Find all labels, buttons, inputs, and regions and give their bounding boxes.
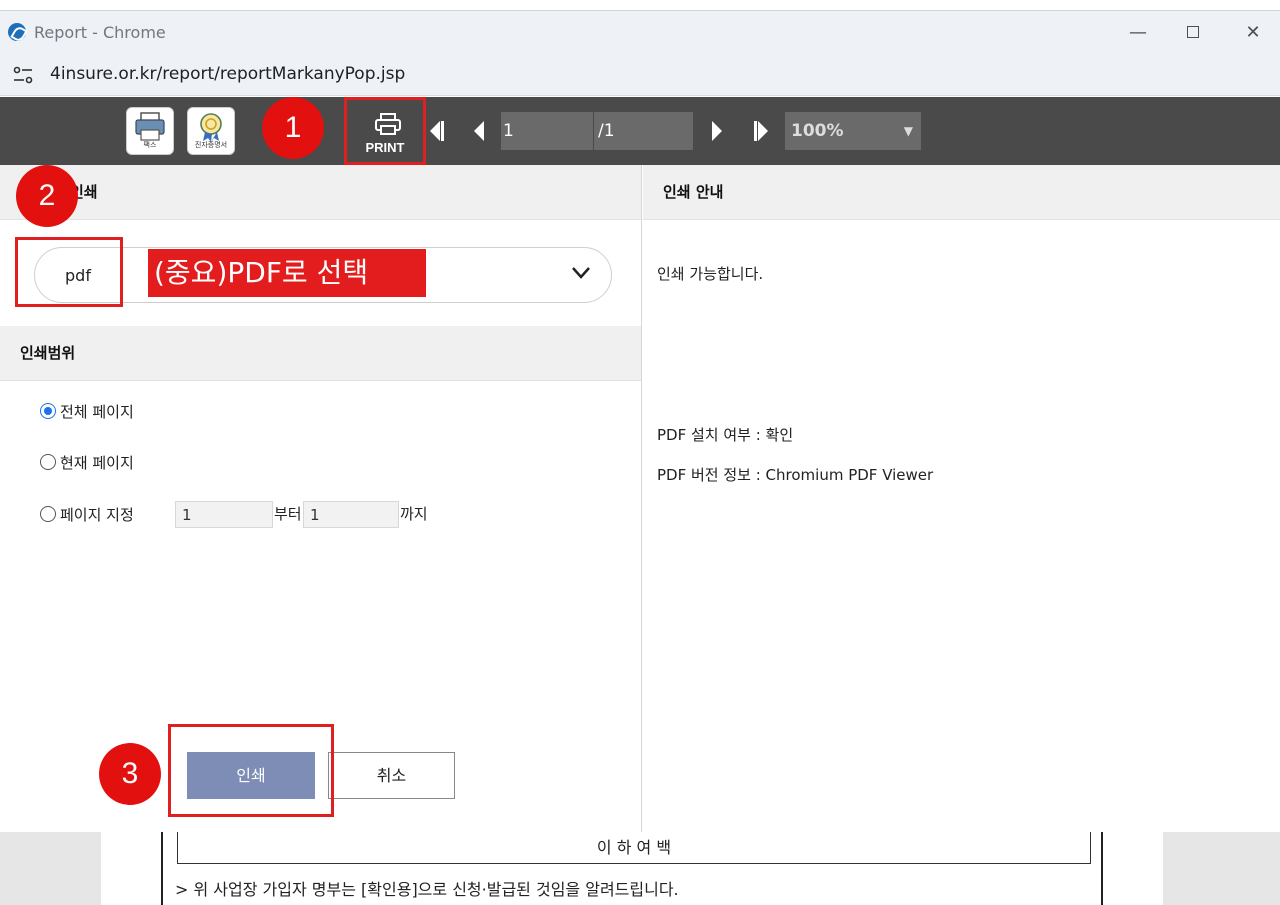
pdf-version-text: PDF 버전 정보 : Chromium PDF Viewer [657, 466, 934, 484]
window-title: Report - Chrome [34, 23, 166, 42]
range-option-current-label: 현재 페이지 [60, 454, 134, 472]
address-bar[interactable]: 4insure.or.kr/report/reportMarkanyPop.js… [0, 54, 1280, 96]
report-document-area: 이 하 여 백 > 위 사업장 가입자 명부는 [확인용]으로 신청·발급된 것… [0, 832, 1280, 905]
range-option-current[interactable]: 현재 페이지 [40, 452, 134, 474]
fax-icon [135, 112, 165, 141]
radio-current[interactable] [40, 454, 56, 470]
zoom-select[interactable]: 100% ▼ [785, 112, 921, 150]
cancel-button[interactable]: 취소 [328, 752, 455, 799]
first-page-icon[interactable] [426, 117, 448, 145]
step-1-marker: 1 [262, 97, 324, 159]
zoom-value: 100% [791, 121, 844, 141]
range-option-all-label: 전체 페이지 [60, 403, 134, 421]
info-section-header: 인쇄 안내 [643, 165, 1280, 220]
step-2-marker: 2 [16, 165, 78, 227]
chevron-down-icon [572, 267, 590, 279]
print-button[interactable]: PRINT [344, 97, 426, 165]
printer-section-header: 인쇄 [0, 165, 641, 220]
certificate-label: 진자증명서 [194, 141, 228, 149]
radio-all[interactable] [40, 403, 56, 419]
chevron-down-icon: ▼ [903, 124, 913, 138]
annotation-banner: (중요)PDF로 선택 [148, 249, 426, 297]
fax-label: 팩스 [143, 141, 157, 149]
minimize-icon[interactable]: — [1118, 17, 1158, 49]
next-page-icon[interactable] [706, 117, 728, 145]
fax-button[interactable]: 팩스 [126, 107, 174, 155]
chrome-app-icon [8, 23, 26, 41]
window-titlebar: Report - Chrome — ✕ [0, 10, 1280, 54]
range-to-suffix: 까지 [400, 505, 428, 523]
printer-icon [375, 113, 401, 135]
range-to-input[interactable]: 1 [303, 501, 399, 528]
report-frame: 이 하 여 백 > 위 사업장 가입자 명부는 [확인용]으로 신청·발급된 것… [161, 832, 1103, 905]
last-page-icon[interactable] [750, 117, 772, 145]
current-page-input[interactable]: 1 [501, 112, 593, 150]
site-settings-icon[interactable] [12, 66, 34, 84]
blank-note: 이 하 여 백 [177, 832, 1091, 864]
print-options-panel: 인쇄 2 pdf (중요)PDF로 선택 인쇄범위 전체 페이지 현재 페이지 … [0, 165, 642, 832]
total-pages: /1 [594, 112, 693, 150]
range-from-input[interactable]: 1 [175, 501, 273, 528]
url-text[interactable]: 4insure.or.kr/report/reportMarkanyPop.js… [50, 64, 405, 84]
range-section-header: 인쇄범위 [0, 326, 641, 381]
print-status-text: 인쇄 가능합니다. [657, 265, 764, 283]
range-option-all[interactable]: 전체 페이지 [40, 401, 134, 423]
report-page: 이 하 여 백 > 위 사업장 가입자 명부는 [확인용]으로 신청·발급된 것… [101, 832, 1163, 905]
report-notice: > 위 사업장 가입자 명부는 [확인용]으로 신청·발급된 것임을 알려드립니… [175, 880, 679, 899]
radio-custom[interactable] [40, 506, 56, 522]
previous-page-icon[interactable] [468, 117, 490, 145]
annotation-highlight-select [15, 237, 123, 307]
certificate-icon [200, 113, 222, 142]
range-option-custom[interactable]: 페이지 지정 [40, 504, 134, 526]
range-from-suffix: 부터 [274, 505, 302, 523]
maximize-icon[interactable] [1173, 17, 1213, 49]
print-button-label: PRINT [365, 140, 405, 155]
print-info-panel: 인쇄 안내 인쇄 가능합니다. PDF 설치 여부 : 확인 PDF 버전 정보… [643, 165, 1280, 832]
annotation-highlight-print [168, 724, 334, 817]
range-option-custom-label: 페이지 지정 [60, 506, 134, 524]
pdf-installed-text: PDF 설치 여부 : 확인 [657, 426, 794, 444]
step-3-marker: 3 [99, 743, 161, 805]
certificate-button[interactable]: 진자증명서 [187, 107, 235, 155]
close-icon[interactable]: ✕ [1233, 17, 1273, 49]
